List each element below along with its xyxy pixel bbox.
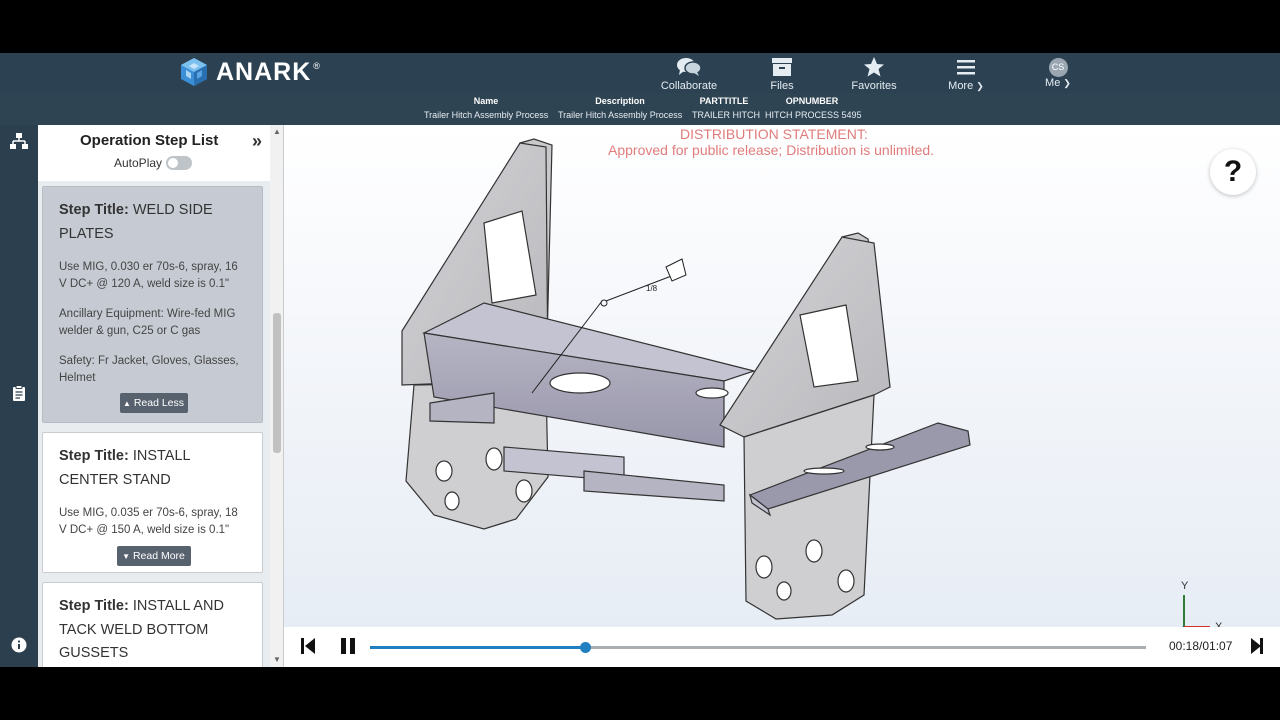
step-line: Use MIG, 0.035 er 70s-6, spray, 18 V DC+… [59,507,238,536]
scroll-down-icon[interactable]: ▼ [272,655,282,665]
double-chevron-right-icon[interactable]: » [252,131,262,152]
meta-description: Description Trailer Hitch Assembly Proce… [558,96,682,120]
nav-collaborate-label: Collaborate [660,80,718,92]
anark-cube-icon [181,58,207,86]
meta-parttitle: PARTTITLE TRAILER HITCH [692,96,761,120]
step-line: Safety: Fr Jacket, Gloves, Glasses, Helm… [59,355,239,384]
panel-title: Operation Step List [80,132,219,149]
step-list: Step Title: WELD SIDE PLATES Use MIG, 0.… [38,181,270,667]
meta-value: Trailer Hitch Assembly Process [558,110,683,120]
playback-bar: 00:18/01:07 [284,627,1280,667]
step-line: Use MIG, 0.030 er 70s-6, spray, 16 V DC+… [59,261,238,290]
step-title: Step Title: INSTALL CENTER STAND [59,448,191,488]
nav-collaborate[interactable]: Collaborate [654,55,724,93]
step-list-scrollbar[interactable]: ▲ ▼ [270,125,283,667]
nav-favorites-label: Favorites [851,80,897,92]
trailer-hitch-model[interactable]: 1/8 [284,125,1280,627]
step-line: Ancillary Equipment: Wire-fed MIG welder… [59,308,236,337]
skip-next-icon[interactable] [1250,637,1266,657]
playback-progress-track[interactable] [370,642,1146,653]
left-tool-rail [0,125,38,667]
read-less-button[interactable]: ▲ Read Less [119,393,188,413]
document-metadata-bar: Name Trailer Hitch Assembly Process Desc… [0,93,1280,125]
avatar-initials: CS [1048,57,1068,77]
pause-icon[interactable] [339,637,359,657]
nav-favorites[interactable]: Favorites [839,55,909,93]
playback-progress-fill [370,646,585,649]
axis-triad [1181,595,1210,627]
step-card-install-tack-weld-gussets[interactable]: Step Title: INSTALL AND TACK WELD BOTTOM… [42,582,263,667]
chevron-down-icon: ▼ [122,552,131,561]
skip-previous-icon[interactable] [300,637,318,657]
step-card-install-center-stand[interactable]: Step Title: INSTALL CENTER STAND Use MIG… [42,432,263,573]
axis-y-label: Y [1181,580,1189,592]
weld-size-label: 1/8 [646,284,658,293]
meta-header: Description [595,96,645,106]
structure-tree-icon[interactable] [9,131,29,151]
autoplay-toggle[interactable] [166,156,192,170]
meta-value: Trailer Hitch Assembly Process [424,110,549,120]
step-title: Step Title: WELD SIDE PLATES [59,202,213,242]
autoplay-label: AutoPlay [114,156,163,170]
right-side-plate [719,232,891,620]
step-panel-header: Operation Step List » AutoPlay [38,125,270,181]
chat-icon [676,55,702,79]
chevron-down-icon: ❯ [1063,78,1071,88]
nav-more-label: More ❯ [948,80,984,92]
chevron-up-icon: ▲ [122,399,131,408]
meta-opnumber: OPNUMBER HITCH PROCESS 5495 [765,96,862,120]
nav-more[interactable]: More ❯ [931,55,1001,93]
step-card-weld-side-plates[interactable]: Step Title: WELD SIDE PLATES Use MIG, 0.… [42,186,263,423]
anark-logo[interactable]: ANARK ® [178,55,320,89]
top-nav-bar: ANARK ® Collaborate Files Favorites More… [0,53,1280,93]
meta-header: OPNUMBER [785,96,839,106]
nav-me[interactable]: CS Me ❯ [1023,55,1093,93]
nav-files-label: Files [770,80,794,92]
info-icon[interactable] [9,635,29,655]
chevron-down-icon: ❯ [976,81,984,91]
files-icon [771,55,793,79]
meta-value: HITCH PROCESS 5495 [765,110,862,120]
star-icon [863,55,885,79]
playback-scrubber-handle[interactable] [579,642,591,653]
nav-files[interactable]: Files [747,55,817,93]
logo-text: ANARK [216,57,312,86]
scrollbar-thumb[interactable] [273,313,281,453]
operation-step-panel: Operation Step List » AutoPlay Step Titl… [38,125,284,667]
avatar-icon: CS [1048,55,1068,79]
read-more-button[interactable]: ▼ Read More [116,546,191,566]
nav-me-label: Me ❯ [1045,77,1071,89]
menu-icon [956,55,976,79]
meta-value: TRAILER HITCH [692,110,761,120]
playback-time: 00:18/01:07 [1169,639,1233,653]
clipboard-icon[interactable] [9,383,29,403]
app-window: ANARK ® Collaborate Files Favorites More… [0,53,1280,667]
meta-header: PARTTITLE [699,96,749,106]
meta-header: Name [473,96,499,106]
meta-name: Name Trailer Hitch Assembly Process [424,96,548,120]
step-title: Step Title: INSTALL AND TACK WELD BOTTOM… [59,598,224,661]
logo-registered-mark: ® [313,61,320,71]
3d-viewport[interactable]: DISTRIBUTION STATEMENT: Approved for pub… [284,125,1280,627]
scroll-up-icon[interactable]: ▲ [272,127,282,137]
